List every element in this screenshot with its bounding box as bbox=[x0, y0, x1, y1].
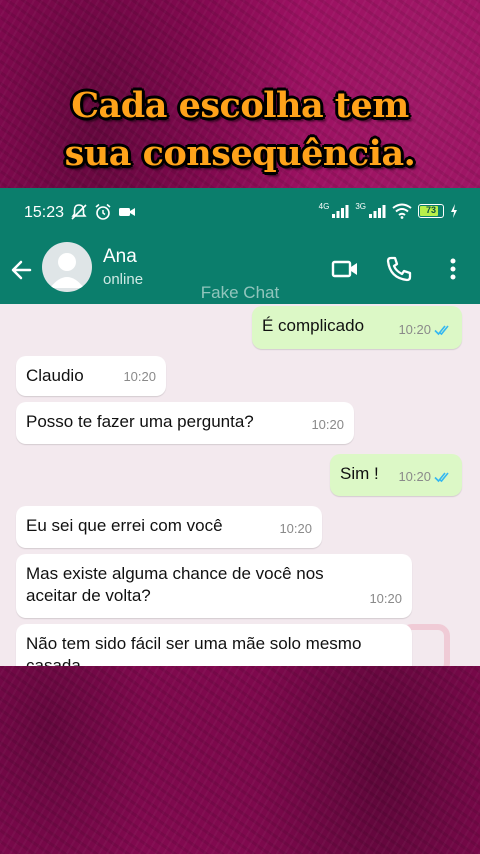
phone-screen: 15:23 4G 3G 73 Ana online Fake Chat É co… bbox=[0, 188, 480, 666]
headline-overlay: Cada escolha tem sua consequência. bbox=[0, 82, 480, 178]
status-bar: 15:23 4G 3G 73 bbox=[0, 188, 480, 238]
contact-name[interactable]: Ana bbox=[103, 246, 137, 268]
message-text: Eu sei que errei com você bbox=[26, 516, 223, 535]
camera-status-icon bbox=[119, 208, 135, 216]
message-bubble-outgoing[interactable]: Sim ! 10:20 bbox=[330, 454, 462, 496]
message-text: Posso te fazer uma pergunta? bbox=[26, 412, 254, 431]
message-bubble-incoming[interactable]: Claudio 10:20 bbox=[16, 356, 166, 396]
more-options-icon[interactable] bbox=[438, 254, 468, 284]
chat-area[interactable]: É complicado 10:20 Claudio 10:20 Posso t… bbox=[0, 304, 480, 666]
read-ticks-icon bbox=[434, 472, 449, 483]
watermark: Fake Chat bbox=[200, 283, 280, 302]
video-call-icon[interactable] bbox=[330, 254, 360, 284]
back-arrow-icon[interactable] bbox=[8, 256, 36, 284]
headline-line-2: sua consequência. bbox=[64, 133, 416, 174]
signal-icon bbox=[332, 205, 349, 218]
battery-level: 73 bbox=[425, 205, 436, 215]
message-bubble-outgoing[interactable]: É complicado 10:20 bbox=[252, 306, 462, 349]
wifi-icon bbox=[392, 203, 412, 219]
message-text: Claudio bbox=[26, 366, 84, 385]
status-icons-right: 4G 3G 73 bbox=[318, 201, 458, 219]
read-ticks-icon bbox=[434, 325, 449, 336]
phone-icon[interactable] bbox=[384, 254, 414, 284]
message-text: Não tem sido fácil ser uma mãe solo mesm… bbox=[26, 634, 362, 666]
message-time: 10:20 bbox=[123, 369, 156, 384]
battery-indicator: 73 bbox=[418, 204, 444, 218]
message-time: 10:20 bbox=[311, 417, 344, 432]
message-meta: 10:20 bbox=[398, 466, 452, 488]
message-meta: 10:20 bbox=[398, 319, 452, 341]
alarm-icon bbox=[95, 203, 111, 220]
message-time: 10:20 bbox=[398, 469, 431, 484]
network-label-2: 3G bbox=[355, 201, 366, 211]
charging-icon bbox=[451, 204, 457, 218]
message-time: 10:20 bbox=[369, 591, 402, 606]
message-bubble-incoming[interactable]: Posso te fazer uma pergunta? 10:20 bbox=[16, 402, 354, 444]
signal-icon-2 bbox=[369, 205, 386, 218]
status-time: 15:23 bbox=[24, 204, 65, 221]
headline-line-1: Cada escolha tem bbox=[71, 85, 409, 126]
message-time: 10:20 bbox=[398, 322, 431, 337]
message-bubble-incoming[interactable]: Não tem sido fácil ser uma mãe solo mesm… bbox=[16, 624, 412, 666]
message-text: Mas existe alguma chance de você nos ace… bbox=[26, 564, 324, 605]
mute-icon bbox=[71, 204, 87, 220]
message-text: Sim ! bbox=[340, 464, 379, 483]
status-icons-left bbox=[70, 203, 136, 221]
message-text: É complicado bbox=[262, 316, 365, 335]
network-label-1: 4G bbox=[318, 201, 330, 211]
message-bubble-incoming[interactable]: Eu sei que errei com você 10:20 bbox=[16, 506, 322, 548]
message-bubble-incoming[interactable]: Mas existe alguma chance de você nos ace… bbox=[16, 554, 412, 618]
message-time: 10:20 bbox=[279, 521, 312, 536]
